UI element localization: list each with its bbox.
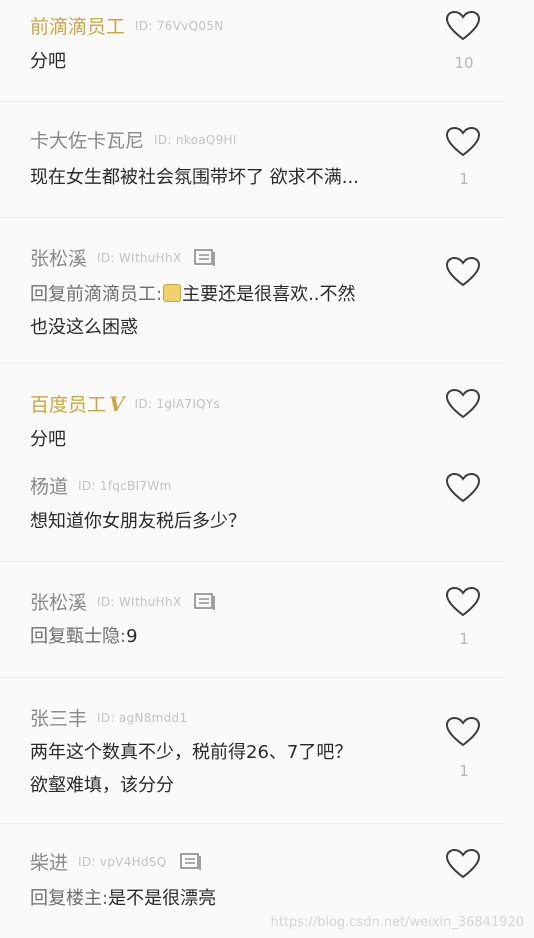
- verified-badge: V: [109, 391, 125, 416]
- comment-item: 杨道 ID: 1fqcBI7Wm 想知道你女朋友税后多少？: [0, 456, 505, 562]
- user-id: ID: nkoaQ9HI: [154, 132, 237, 147]
- heart-icon[interactable]: [445, 10, 481, 42]
- heart-icon[interactable]: [445, 126, 481, 158]
- comment-author[interactable]: 张松溪: [30, 244, 87, 271]
- emoji-icon: [163, 284, 182, 302]
- comment-author[interactable]: 柴进: [30, 848, 68, 875]
- reply-prefix[interactable]: 回复前滴滴员工:: [30, 284, 162, 305]
- comment-item: 张三丰 ID: agN8mdd1 两年这个数真不少，税前得26、7了吧？ 欲壑难…: [0, 678, 505, 824]
- user-id: ID: 1fqcBI7Wm: [78, 478, 172, 493]
- like-count: 1: [459, 630, 469, 648]
- user-id: ID: vpV4HdSQ: [78, 854, 167, 869]
- comment-text: 回复前滴滴员工: 主要还是很喜欢..不然 也没这么困惑: [30, 278, 425, 344]
- user-id: ID: agN8mdd1: [97, 710, 188, 725]
- user-id: ID: WIthuHhX: [97, 250, 182, 265]
- like-count: 1: [459, 170, 469, 188]
- comment-text: 现在女生都被社会氛围带坏了 欲求不满...: [30, 167, 359, 188]
- user-id: ID: 1glA7IQYs: [134, 396, 221, 411]
- comment-text: 想知道你女朋友税后多少？: [30, 511, 246, 532]
- heart-icon[interactable]: [445, 586, 481, 618]
- comment-text: 分吧: [30, 51, 66, 72]
- comment-item: 张松溪 ID: WIthuHhX 回复甄士隐:9 1: [0, 562, 505, 678]
- comment-text-line1: 两年这个数真不少，税前得26、7了吧？: [30, 742, 353, 763]
- heart-icon[interactable]: [445, 256, 481, 288]
- note-icon: [194, 592, 216, 610]
- comment-item: 前滴滴员工 ID: 76VvQ05N 分吧 10: [0, 0, 505, 102]
- comment-author[interactable]: 前滴滴员工: [30, 12, 125, 39]
- comment-item: 张松溪 ID: WIthuHhX 回复前滴滴员工: 主要还是很喜欢..不然 也没这…: [0, 218, 505, 364]
- reply-text: 是不是很漂亮: [108, 888, 217, 909]
- like-count: 1: [459, 762, 469, 780]
- reply-text: 9: [126, 626, 138, 647]
- comment-text: 回复楼主:是不是很漂亮: [30, 882, 425, 915]
- reply-prefix[interactable]: 回复甄士隐:: [30, 626, 126, 647]
- reply-prefix[interactable]: 回复楼主:: [30, 888, 108, 909]
- note-icon: [194, 248, 216, 266]
- heart-icon[interactable]: [445, 716, 481, 748]
- comment-author[interactable]: 百度员工: [30, 390, 106, 417]
- comment-author[interactable]: 张三丰: [30, 704, 87, 731]
- reply-text-line1: 主要还是很喜欢..不然: [182, 284, 356, 305]
- heart-icon[interactable]: [445, 848, 481, 880]
- comment-text: 回复甄士隐:9: [30, 620, 425, 653]
- comment-text: 两年这个数真不少，税前得26、7了吧？ 欲壑难填，该分分: [30, 736, 425, 802]
- user-id: ID: WIthuHhX: [97, 594, 182, 609]
- reply-text-line2: 也没这么困惑: [30, 317, 138, 338]
- comment-text-line2: 欲壑难填，该分分: [30, 775, 174, 796]
- comment-item: 百度员工 V ID: 1glA7IQYs 分吧: [0, 364, 505, 456]
- comment-item: 卡大佐卡瓦尼 ID: nkoaQ9HI 现在女生都被社会氛围带坏了 欲求不满..…: [0, 102, 505, 218]
- heart-icon[interactable]: [445, 472, 481, 504]
- note-icon: [179, 852, 201, 870]
- comment-author[interactable]: 杨道: [30, 472, 68, 499]
- like-count: 10: [454, 54, 474, 72]
- watermark: https://blog.csdn.net/weixin_36841920: [270, 915, 524, 930]
- user-id: ID: 76VvQ05N: [135, 18, 224, 33]
- comment-text: 分吧: [30, 429, 66, 450]
- comment-author[interactable]: 张松溪: [30, 588, 87, 615]
- comment-author[interactable]: 卡大佐卡瓦尼: [30, 126, 144, 153]
- heart-icon[interactable]: [445, 388, 481, 420]
